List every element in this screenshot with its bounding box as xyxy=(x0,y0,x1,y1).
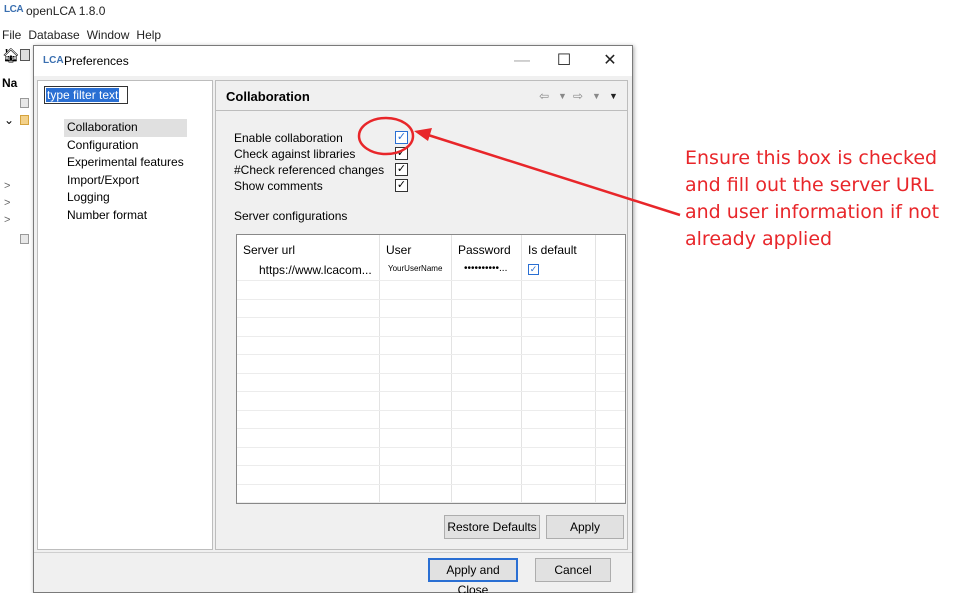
page-item-collaboration[interactable]: Collaboration xyxy=(64,119,187,137)
panel-title: Collaboration xyxy=(226,89,310,104)
page-item-number-format[interactable]: Number format xyxy=(64,207,187,225)
column-divider xyxy=(451,235,452,503)
check-against-libraries-label: Check against libraries xyxy=(234,147,356,161)
table-row-divider xyxy=(237,428,625,429)
app-toolbar: 🏠︎ xyxy=(0,47,30,65)
table-row-divider xyxy=(237,465,625,466)
menu-file[interactable]: File xyxy=(2,28,21,46)
cancel-button[interactable]: Cancel xyxy=(535,558,611,582)
chevron-right-icon[interactable]: > xyxy=(4,214,10,226)
server-configurations-table[interactable]: Server url User Password Is default http… xyxy=(236,234,626,504)
app-logo: LCA xyxy=(4,4,24,15)
chevron-down-icon[interactable]: ▼ xyxy=(592,91,601,101)
table-row-divider xyxy=(237,483,625,485)
check-against-libraries-checkbox[interactable]: ✓ xyxy=(395,147,408,160)
page-item-import-export[interactable]: Import/Export xyxy=(64,172,187,190)
show-comments-checkbox[interactable]: ✓ xyxy=(395,179,408,192)
app-titlebar: LCA openLCA 1.8.0 xyxy=(0,0,979,22)
page-item-experimental-features[interactable]: Experimental features xyxy=(64,154,187,172)
panel-header: Collaboration ⇦ ▼ ⇨ ▼ ▼ xyxy=(216,81,627,111)
column-divider xyxy=(595,235,596,503)
preference-pages-pane: type filter text Collaboration Configura… xyxy=(37,80,213,550)
page-item-configuration[interactable]: Configuration xyxy=(64,137,187,155)
column-divider xyxy=(521,235,522,503)
column-header-user[interactable]: User xyxy=(386,243,411,257)
chevron-right-icon[interactable]: > xyxy=(4,180,10,192)
menu-help[interactable]: Help xyxy=(136,28,161,46)
table-row-divider xyxy=(237,409,625,411)
column-header-password[interactable]: Password xyxy=(458,243,511,257)
dialog-logo: LCA xyxy=(43,55,64,66)
dialog-title: Preferences xyxy=(64,54,129,68)
apply-and-close-button[interactable]: Apply and Close xyxy=(428,558,518,593)
user-cell[interactable]: YourUserName xyxy=(388,264,442,273)
show-comments-row: Show comments ✓ xyxy=(234,178,408,194)
dialog-titlebar: LCA Preferences — ☐ ✕ xyxy=(34,46,632,76)
restore-defaults-button[interactable]: Restore Defaults xyxy=(444,515,540,539)
navigation-label: Na xyxy=(2,76,18,90)
app-menubar: File Database Window Help xyxy=(0,28,161,46)
is-default-checkbox[interactable]: ✓ xyxy=(528,264,539,275)
check-referenced-changes-row: #Check referenced changes ✓ xyxy=(234,162,408,178)
show-comments-label: Show comments xyxy=(234,179,323,193)
password-cell[interactable]: ••••••••••... xyxy=(464,263,507,274)
menu-window[interactable]: Window xyxy=(87,28,130,46)
home-icon[interactable]: 🏠︎ xyxy=(2,47,20,64)
check-referenced-changes-checkbox[interactable]: ✓ xyxy=(395,163,408,176)
apply-button[interactable]: Apply xyxy=(546,515,624,539)
menu-database[interactable]: Database xyxy=(28,28,79,46)
dialog-separator xyxy=(34,552,632,553)
view-menu-icon[interactable]: ▼ xyxy=(609,91,618,101)
filter-input[interactable] xyxy=(44,86,128,104)
chevron-right-icon[interactable]: > xyxy=(4,197,10,209)
close-button[interactable]: ✕ xyxy=(592,48,628,74)
collaboration-settings-panel: Collaboration ⇦ ▼ ⇨ ▼ ▼ Enable collabora… xyxy=(215,80,628,550)
enable-collaboration-checkbox[interactable]: ✓ xyxy=(395,131,408,144)
enable-collaboration-label: Enable collaboration xyxy=(234,131,343,145)
table-row-divider xyxy=(237,335,625,337)
forward-arrow-icon[interactable]: ⇨ xyxy=(573,89,583,103)
table-row-divider xyxy=(237,354,625,355)
maximize-button[interactable]: ☐ xyxy=(546,48,582,74)
column-header-is-default[interactable]: Is default xyxy=(528,243,577,257)
back-arrow-icon[interactable]: ⇦ xyxy=(539,89,549,103)
table-row-divider xyxy=(237,372,625,374)
table-row-divider xyxy=(237,502,625,503)
database-icon[interactable] xyxy=(20,49,30,61)
minimize-button[interactable]: — xyxy=(504,48,540,74)
table-row-divider xyxy=(237,280,625,281)
table-row-divider xyxy=(237,446,625,448)
annotation-text: Ensure this box is checked and fill out … xyxy=(685,147,940,250)
database-icon[interactable] xyxy=(20,115,29,125)
column-header-server-url[interactable]: Server url xyxy=(243,243,295,257)
chevron-down-icon[interactable]: ▼ xyxy=(558,91,567,101)
page-item-logging[interactable]: Logging xyxy=(64,189,187,207)
server-configurations-label: Server configurations xyxy=(234,209,348,223)
table-row-divider xyxy=(237,391,625,392)
preferences-dialog: LCA Preferences — ☐ ✕ type filter text C… xyxy=(33,45,633,593)
server-url-cell[interactable]: https://www.lcacom... xyxy=(259,263,372,277)
table-row-divider xyxy=(237,298,625,300)
preference-page-list: Collaboration Configuration Experimental… xyxy=(64,119,187,224)
check-against-libraries-row: Check against libraries ✓ xyxy=(234,146,408,162)
navigation-panel: Na ⌄ > > > xyxy=(0,68,34,593)
app-title: openLCA 1.8.0 xyxy=(26,4,106,18)
enable-collaboration-row: Enable collaboration ✓ xyxy=(234,130,408,146)
database-icon[interactable] xyxy=(20,234,29,244)
chevron-down-icon[interactable]: ⌄ xyxy=(4,113,14,127)
table-row-divider xyxy=(237,317,625,318)
check-referenced-changes-label: #Check referenced changes xyxy=(234,163,385,177)
column-divider xyxy=(379,235,380,503)
database-icon[interactable] xyxy=(20,98,29,108)
